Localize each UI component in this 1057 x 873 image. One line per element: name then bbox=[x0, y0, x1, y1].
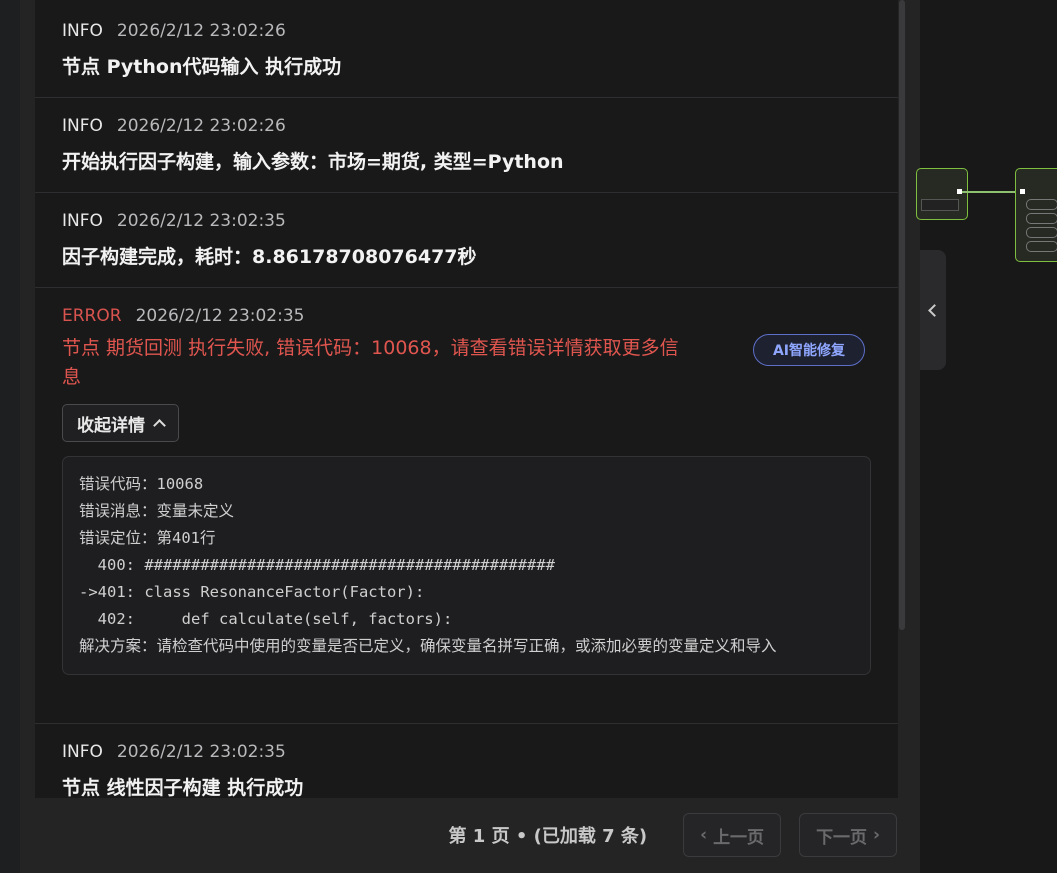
log-level: INFO bbox=[62, 742, 103, 762]
collapse-details-label: 收起详情 bbox=[77, 415, 145, 436]
flow-node[interactable] bbox=[916, 168, 968, 220]
log-time: 2026/2/12 23:02:35 bbox=[116, 742, 286, 762]
ai-fix-button[interactable]: AI智能修复 bbox=[753, 334, 865, 366]
prev-page-button[interactable]: ‹ 上一页 bbox=[683, 813, 782, 857]
chevron-left-icon bbox=[928, 303, 941, 317]
log-entry: INFO 2026/2/12 23:02:35 节点 线性因子构建 执行成功 bbox=[35, 724, 898, 798]
pagination: 第 1 页 • (已加载 7 条) ‹ 上一页 下一页 › bbox=[449, 813, 897, 857]
log-panel: INFO 2026/2/12 23:02:26 节点 Python代码输入 执行成… bbox=[20, 0, 920, 873]
log-level: INFO bbox=[62, 211, 103, 231]
next-page-label: 下一页 bbox=[816, 827, 868, 848]
prev-page-label: 上一页 bbox=[713, 827, 765, 848]
log-list: INFO 2026/2/12 23:02:26 节点 Python代码输入 执行成… bbox=[35, 0, 898, 798]
chevron-up-icon bbox=[153, 419, 166, 432]
node-param bbox=[1026, 213, 1057, 224]
log-message: 开始执行因子构建，输入参数：市场=期货, 类型=Python bbox=[62, 151, 564, 173]
collapse-details-button[interactable]: 收起详情 bbox=[62, 404, 179, 442]
log-entry: INFO 2026/2/12 23:02:26 开始执行因子构建，输入参数：市场=… bbox=[35, 98, 898, 193]
flow-canvas[interactable] bbox=[920, 0, 1057, 873]
log-entry: INFO 2026/2/12 23:02:26 节点 Python代码输入 执行成… bbox=[35, 0, 898, 98]
log-level: INFO bbox=[62, 21, 103, 41]
log-message: 节点 线性因子构建 执行成功 bbox=[62, 777, 304, 798]
collapse-panel-tab[interactable] bbox=[920, 250, 946, 370]
error-details: 错误代码：10068 错误消息：变量未定义 错误定位：第401行 400: ##… bbox=[62, 456, 871, 675]
left-edge bbox=[0, 0, 21, 873]
chevron-right-icon: › bbox=[867, 825, 880, 845]
log-time: 2026/2/12 23:02:26 bbox=[116, 21, 286, 41]
page-info: 第 1 页 • (已加载 7 条) bbox=[448, 826, 648, 847]
scrollbar-thumb[interactable] bbox=[899, 0, 905, 630]
log-level: ERROR bbox=[62, 306, 122, 326]
input-port[interactable] bbox=[1020, 189, 1025, 194]
node-param bbox=[1026, 241, 1057, 252]
log-entry: INFO 2026/2/12 23:02:35 因子构建完成，耗时：8.86178… bbox=[35, 193, 898, 288]
error-log-entry: ERROR 2026/2/12 23:02:35 节点 期货回测 执行失败, 错误… bbox=[35, 288, 898, 724]
log-message: 因子构建完成，耗时：8.86178708076477秒 bbox=[62, 246, 477, 268]
error-message: 节点 期货回测 执行失败, 错误代码：10068，请查看错误详情获取更多信息 bbox=[62, 337, 679, 388]
chevron-left-icon: ‹ bbox=[700, 825, 714, 845]
log-time: 2026/2/12 23:02:35 bbox=[116, 211, 286, 231]
log-message: 节点 Python代码输入 执行成功 bbox=[62, 56, 342, 78]
log-time: 2026/2/12 23:02:26 bbox=[116, 116, 286, 136]
log-time: 2026/2/12 23:02:35 bbox=[135, 306, 305, 326]
node-param bbox=[1026, 227, 1057, 238]
node-connection bbox=[961, 191, 1021, 193]
next-page-button[interactable]: 下一页 › bbox=[799, 813, 897, 857]
output-port[interactable] bbox=[957, 189, 962, 194]
node-param bbox=[1026, 199, 1057, 210]
log-level: INFO bbox=[62, 116, 103, 136]
